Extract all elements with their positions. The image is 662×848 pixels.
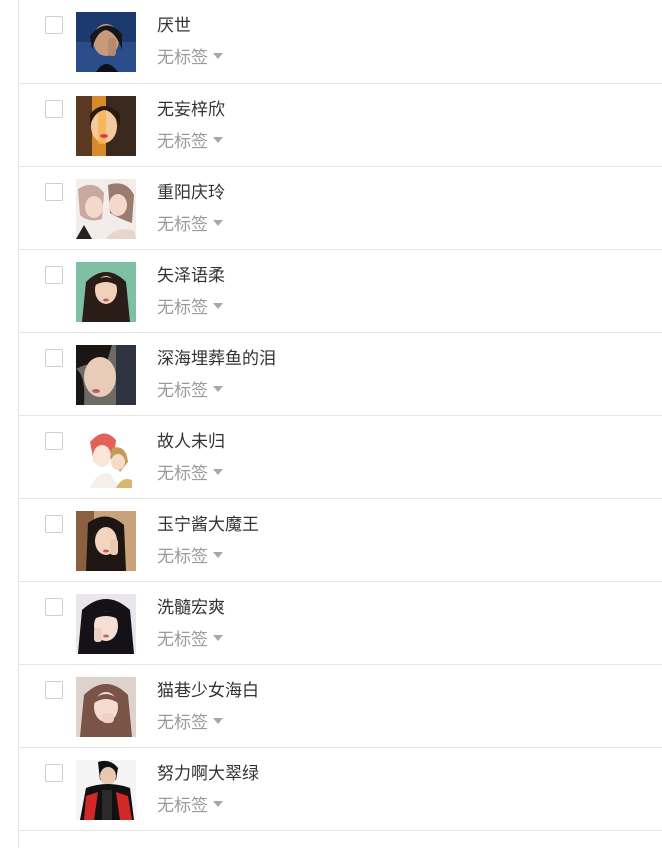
tag-dropdown[interactable]: 无标签 bbox=[157, 545, 223, 569]
avatar[interactable] bbox=[76, 12, 136, 72]
select-checkbox[interactable] bbox=[45, 681, 63, 699]
contact-row[interactable]: 洗髓宏爽 无标签 bbox=[19, 582, 662, 665]
contact-row[interactable]: 玉宁酱大魔王 无标签 bbox=[19, 499, 662, 582]
tag-label: 无标签 bbox=[157, 48, 208, 68]
caret-down-icon bbox=[213, 137, 223, 143]
tag-dropdown[interactable]: 无标签 bbox=[157, 794, 223, 818]
contact-row[interactable]: 深海埋葬鱼的泪 无标签 bbox=[19, 333, 662, 416]
select-checkbox[interactable] bbox=[45, 183, 63, 201]
tag-label: 无标签 bbox=[157, 381, 208, 401]
caret-down-icon bbox=[213, 220, 223, 226]
caret-down-icon bbox=[213, 635, 223, 641]
select-checkbox[interactable] bbox=[45, 100, 63, 118]
contact-row[interactable]: 努力啊大翠绿 无标签 bbox=[19, 748, 662, 831]
tag-dropdown[interactable]: 无标签 bbox=[157, 462, 223, 486]
caret-down-icon bbox=[213, 552, 223, 558]
tag-label: 无标签 bbox=[157, 215, 208, 235]
tag-label: 无标签 bbox=[157, 298, 208, 318]
contact-name: 故人未归 bbox=[157, 432, 225, 452]
contact-name: 努力啊大翠绿 bbox=[157, 764, 259, 784]
caret-down-icon bbox=[213, 801, 223, 807]
tag-label: 无标签 bbox=[157, 796, 208, 816]
avatar[interactable] bbox=[76, 345, 136, 405]
contact-name: 猫巷少女海白 bbox=[157, 681, 259, 701]
select-checkbox[interactable] bbox=[45, 266, 63, 284]
avatar[interactable] bbox=[76, 760, 136, 820]
contact-row[interactable]: 猫巷少女海白 无标签 bbox=[19, 665, 662, 748]
tag-dropdown[interactable]: 无标签 bbox=[157, 296, 223, 320]
contact-name: 玉宁酱大魔王 bbox=[157, 515, 259, 535]
contact-row[interactable]: 厌世 无标签 bbox=[19, 0, 662, 84]
avatar[interactable] bbox=[76, 428, 136, 488]
caret-down-icon bbox=[213, 469, 223, 475]
tag-label: 无标签 bbox=[157, 464, 208, 484]
avatar[interactable] bbox=[76, 262, 136, 322]
tag-label: 无标签 bbox=[157, 630, 208, 650]
contact-row[interactable]: 无妄梓欣 无标签 bbox=[19, 84, 662, 167]
tag-label: 无标签 bbox=[157, 713, 208, 733]
contact-row[interactable]: 故人未归 无标签 bbox=[19, 416, 662, 499]
caret-down-icon bbox=[213, 53, 223, 59]
select-checkbox[interactable] bbox=[45, 16, 63, 34]
contact-name: 厌世 bbox=[157, 16, 191, 36]
select-checkbox[interactable] bbox=[45, 432, 63, 450]
avatar[interactable] bbox=[76, 677, 136, 737]
caret-down-icon bbox=[213, 718, 223, 724]
avatar[interactable] bbox=[76, 96, 136, 156]
contact-name: 洗髓宏爽 bbox=[157, 598, 225, 618]
tag-dropdown[interactable]: 无标签 bbox=[157, 46, 223, 70]
caret-down-icon bbox=[213, 303, 223, 309]
tag-dropdown[interactable]: 无标签 bbox=[157, 130, 223, 154]
avatar[interactable] bbox=[76, 511, 136, 571]
select-checkbox[interactable] bbox=[45, 349, 63, 367]
contact-name: 无妄梓欣 bbox=[157, 100, 225, 120]
contact-row[interactable]: 矢泽语柔 无标签 bbox=[19, 250, 662, 333]
tag-dropdown[interactable]: 无标签 bbox=[157, 379, 223, 403]
select-checkbox[interactable] bbox=[45, 598, 63, 616]
avatar[interactable] bbox=[76, 179, 136, 239]
tag-dropdown[interactable]: 无标签 bbox=[157, 711, 223, 735]
tag-dropdown[interactable]: 无标签 bbox=[157, 213, 223, 237]
select-checkbox[interactable] bbox=[45, 764, 63, 782]
select-checkbox[interactable] bbox=[45, 515, 63, 533]
tag-label: 无标签 bbox=[157, 547, 208, 567]
avatar[interactable] bbox=[76, 594, 136, 654]
contact-name: 重阳庆玲 bbox=[157, 183, 225, 203]
caret-down-icon bbox=[213, 386, 223, 392]
tag-label: 无标签 bbox=[157, 132, 208, 152]
contact-name: 深海埋葬鱼的泪 bbox=[157, 349, 276, 369]
contact-list: 厌世 无标签 无妄梓欣 无标签 重阳庆玲 无标签 矢泽语柔 无标签 深海埋葬鱼的… bbox=[18, 0, 662, 848]
contact-row[interactable]: 重阳庆玲 无标签 bbox=[19, 167, 662, 250]
contact-name: 矢泽语柔 bbox=[157, 266, 225, 286]
tag-dropdown[interactable]: 无标签 bbox=[157, 628, 223, 652]
